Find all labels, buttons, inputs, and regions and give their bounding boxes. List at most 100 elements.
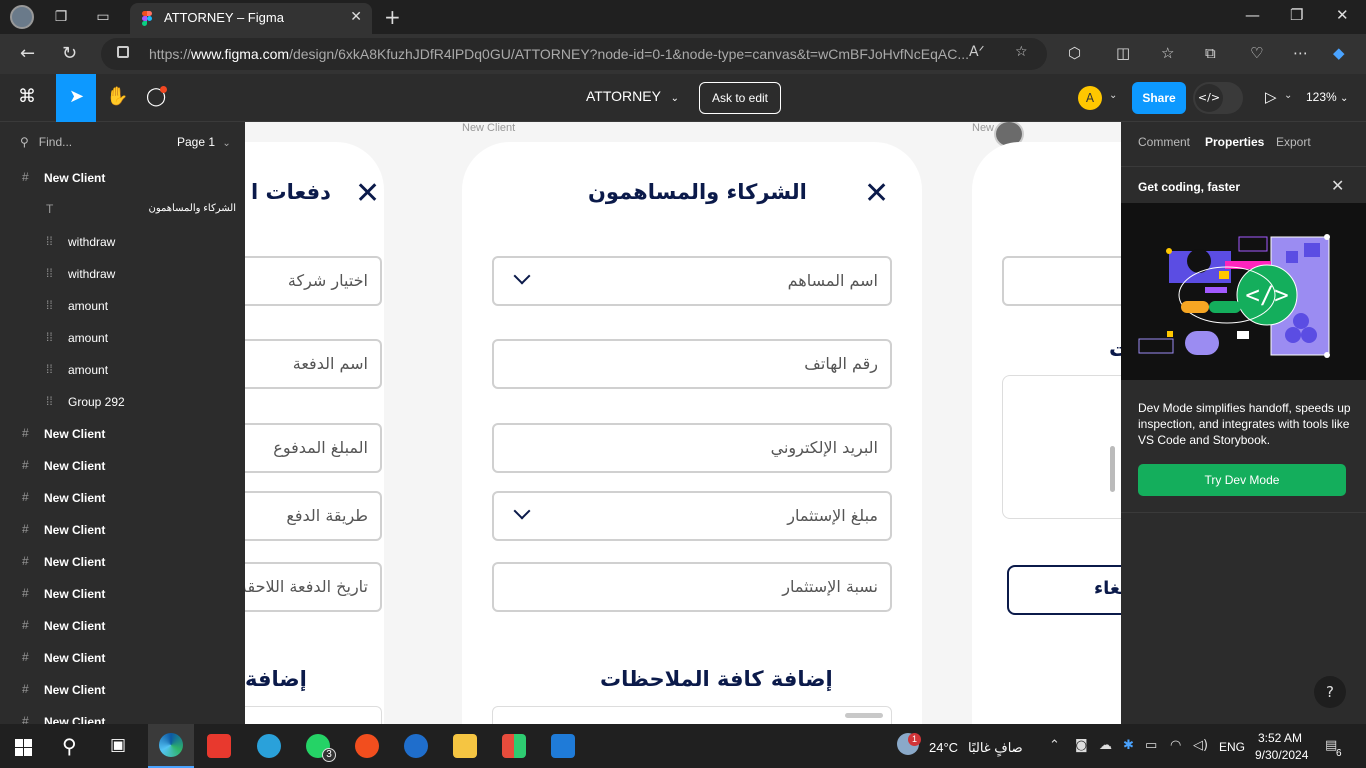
move-tool[interactable]: ➤ — [56, 74, 96, 122]
language-indicator[interactable]: ENG — [1219, 740, 1245, 754]
layer-row[interactable]: # New Client — [0, 452, 245, 480]
extensions-icon[interactable]: ⬡ — [1068, 44, 1081, 62]
partner-field[interactable]: نسبة الإستثمار — [492, 562, 892, 612]
share-button[interactable]: Share — [1132, 82, 1186, 114]
partner-field[interactable]: رقم الهاتف — [492, 339, 892, 389]
layer-row[interactable]: ⁞⁞ withdraw — [0, 228, 245, 256]
close-icon[interactable]: ✕ — [355, 179, 380, 209]
split-screen-icon[interactable]: ◫ — [1116, 44, 1130, 62]
layer-row[interactable]: # New Client — [0, 708, 245, 724]
present-dropdown-icon[interactable]: ⌄ — [1284, 90, 1292, 101]
copilot-icon[interactable]: ◆ — [1333, 44, 1345, 62]
notes-textarea-left[interactable] — [245, 706, 382, 724]
weather-temp[interactable]: 24°C — [929, 740, 958, 755]
partner-field[interactable]: مبلغ الإستثمار — [492, 491, 892, 541]
favorite-star-icon[interactable]: ☆ — [1015, 44, 1028, 60]
partner-field[interactable]: اسم المساهم — [492, 256, 892, 306]
edge-taskbar-button[interactable] — [148, 724, 194, 768]
show-hidden-icons[interactable]: ⌃ — [1049, 738, 1060, 753]
task-view-icon[interactable]: ▣ — [110, 735, 126, 755]
pen-app-icon[interactable] — [355, 734, 379, 758]
bluetooth-icon[interactable]: ✱ — [1123, 738, 1134, 753]
layer-row[interactable]: # New Client — [0, 484, 245, 512]
layer-row[interactable]: ⁞⁞ amount — [0, 292, 245, 320]
read-aloud-icon[interactable]: Aᐟ — [969, 44, 985, 60]
volume-icon[interactable]: ◁) — [1193, 738, 1208, 753]
minimize-icon[interactable]: — — [1245, 6, 1260, 24]
hand-tool-icon[interactable]: ✋ — [106, 86, 128, 107]
window-close-icon[interactable]: ✕ — [1336, 6, 1349, 24]
payment-field[interactable]: المبلغ المدفوع — [245, 423, 382, 473]
workspaces-icon[interactable]: ❐ — [52, 8, 70, 26]
layer-row[interactable]: # New Client — [0, 644, 245, 672]
url-text[interactable]: https://www.figma.com/design/6xkA8KfuzhJ… — [149, 46, 969, 62]
layer-row[interactable]: # New Client — [0, 516, 245, 544]
tab-export[interactable]: Export — [1276, 135, 1311, 149]
notes-textarea[interactable] — [492, 706, 892, 724]
wifi-icon[interactable]: ◠ — [1170, 738, 1181, 753]
client-textarea[interactable] — [1002, 375, 1121, 519]
restore-icon[interactable]: ❐ — [1290, 6, 1303, 24]
zoom-level[interactable]: 123% ⌄ — [1306, 90, 1348, 104]
collections-icon[interactable]: ⧉ — [1205, 44, 1216, 62]
frame-label[interactable]: New Client — [462, 122, 515, 134]
close-tab-icon[interactable]: ✕ — [350, 9, 362, 25]
avatar-dropdown-icon[interactable]: ⌄ — [1109, 90, 1117, 101]
layer-row[interactable]: ⁞⁞ amount — [0, 356, 245, 384]
payment-field[interactable]: طريقة الدفع — [245, 491, 382, 541]
design-canvas[interactable]: New Client New دفعات ا ✕ إضافة الشركاء و… — [245, 122, 1121, 724]
app-store-icon[interactable] — [404, 734, 428, 758]
new-tab-icon[interactable]: + — [384, 5, 401, 29]
payment-field[interactable]: تاريخ الدفعة اللاحقة — [245, 562, 382, 612]
file-explorer-icon[interactable] — [453, 734, 477, 758]
battery-icon[interactable]: ▭ — [1145, 738, 1157, 753]
anydesk-icon[interactable] — [207, 734, 231, 758]
chevron-down-icon[interactable] — [513, 267, 531, 285]
refresh-icon[interactable]: ↻ — [62, 43, 77, 64]
close-icon[interactable]: ✕ — [864, 179, 889, 209]
scroll-handle[interactable] — [845, 713, 883, 718]
windows-start-icon[interactable] — [15, 739, 32, 756]
back-icon[interactable]: ← — [20, 43, 35, 64]
document-name[interactable]: ATTORNEY ⌄ — [586, 88, 679, 104]
search-icon[interactable]: ⚲ — [62, 734, 77, 758]
partner-field[interactable]: البريد الإلكتروني — [492, 423, 892, 473]
layer-search[interactable]: ⚲ Find... — [20, 135, 72, 149]
help-button[interactable]: ? — [1314, 676, 1346, 708]
payment-field[interactable]: اسم الدفعة — [245, 339, 382, 389]
telegram-icon[interactable] — [257, 734, 281, 758]
weather-text[interactable]: صافٍ غالبًا — [968, 740, 1023, 756]
more-menu-icon[interactable]: ⋯ — [1293, 44, 1308, 62]
layer-row[interactable]: # New Client — [0, 676, 245, 704]
clock-time[interactable]: 3:52 AM — [1258, 731, 1302, 745]
layer-row[interactable]: # New Client — [0, 420, 245, 448]
layer-row[interactable]: ⁞⁞ withdraw — [0, 260, 245, 288]
onedrive-icon[interactable]: ☁ — [1099, 738, 1112, 753]
address-bar[interactable]: https://www.figma.com/design/6xkA8KfuzhJ… — [101, 38, 1047, 70]
tab-properties[interactable]: Properties — [1205, 135, 1264, 149]
layer-row[interactable]: ⁞⁞ amount — [0, 324, 245, 352]
page-selector[interactable]: Page 1 ⌄ — [177, 135, 231, 149]
layer-row[interactable]: T الشركاء والمساهمون — [0, 196, 245, 224]
layer-search-input[interactable]: Find... — [39, 135, 72, 149]
layer-row[interactable]: # New Client — [0, 548, 245, 576]
payment-field[interactable]: اختيار شركة — [245, 256, 382, 306]
tab-comment[interactable]: Comment — [1138, 135, 1190, 149]
main-menu-icon[interactable]: ⌘ — [18, 86, 36, 107]
textarea-scrollbar[interactable] — [1110, 446, 1115, 492]
ask-to-edit-button[interactable]: Ask to edit — [699, 82, 781, 114]
chevron-down-icon[interactable] — [513, 502, 531, 520]
clock-date[interactable]: 9/30/2024 — [1255, 748, 1308, 762]
layer-row[interactable]: # New Client — [0, 580, 245, 608]
microsoft-store-icon[interactable] — [502, 734, 526, 758]
user-avatar[interactable]: A — [1078, 86, 1102, 110]
browser-tab-active[interactable]: ATTORNEY – Figma ✕ — [130, 3, 372, 34]
close-banner-icon[interactable]: ✕ — [1331, 176, 1344, 195]
client-input[interactable] — [1002, 256, 1121, 306]
frame-label-right[interactable]: New — [972, 122, 994, 134]
present-play-icon[interactable]: ▷ — [1265, 88, 1277, 106]
tab-actions-icon[interactable]: ▭ — [94, 8, 112, 26]
layer-row[interactable]: ⁞⁞ Group 292 — [0, 388, 245, 416]
cancel-button[interactable]: إلغاء — [1007, 565, 1121, 615]
try-dev-mode-button[interactable]: Try Dev Mode — [1138, 464, 1346, 496]
